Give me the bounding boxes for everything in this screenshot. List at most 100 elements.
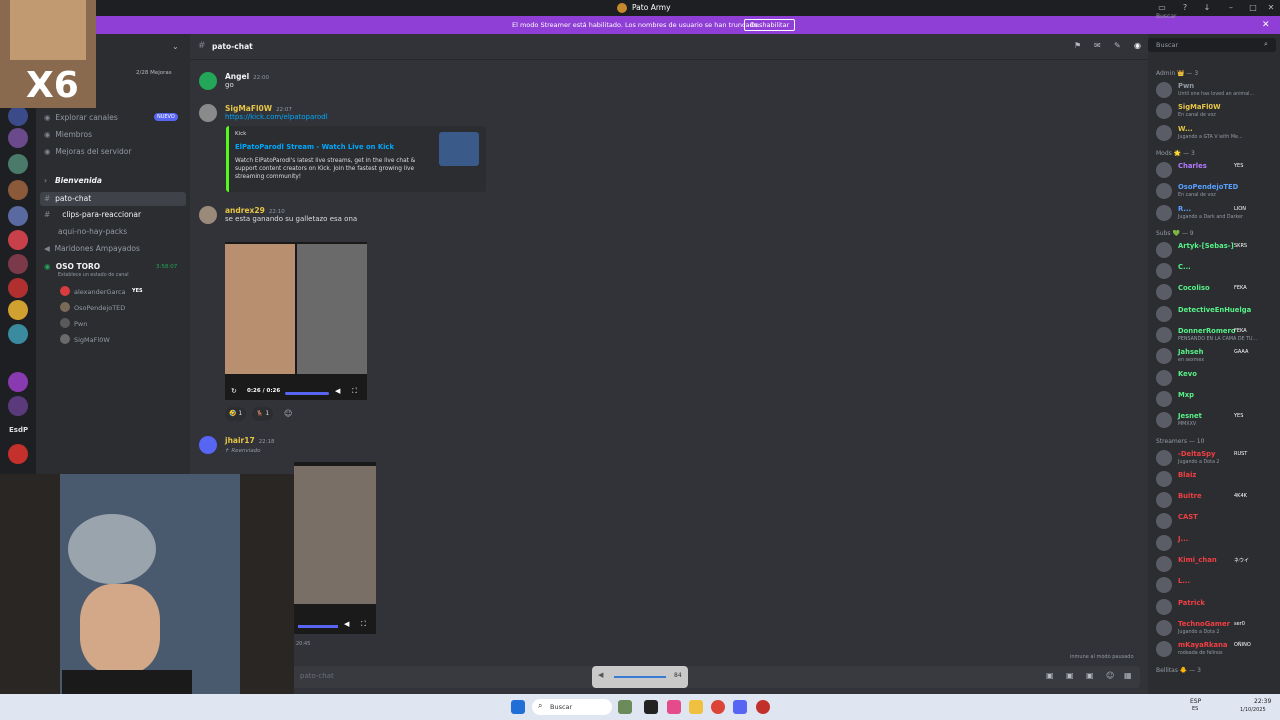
server-icon[interactable]	[8, 444, 28, 464]
member-item[interactable]: OsoPendejoTED En canal de voz	[1156, 181, 1280, 201]
mute-icon[interactable]: ✉	[1094, 41, 1101, 50]
volume-icon[interactable]: ◀	[344, 620, 349, 628]
taskbar-app-icon[interactable]	[756, 700, 770, 714]
taskbar-search[interactable]: ⌕ Buscar	[532, 699, 612, 715]
threads-icon[interactable]: ⚑	[1074, 41, 1081, 50]
gift-icon[interactable]: ▣	[1046, 671, 1054, 680]
avatar[interactable]	[199, 104, 217, 122]
server-icon[interactable]	[8, 180, 28, 200]
server-icon[interactable]	[8, 324, 28, 344]
taskbar-app-icon[interactable]	[618, 700, 632, 714]
pin-icon[interactable]: ✎	[1114, 41, 1121, 50]
member-item[interactable]: Jesnet YES MMXXV	[1156, 410, 1280, 430]
search-box[interactable]: Buscar ⌕	[1148, 38, 1276, 52]
embed-title[interactable]: ElPatoParodl Stream - Watch Live on Kick	[235, 143, 394, 151]
chrome-icon[interactable]	[711, 700, 725, 714]
forwarded-video[interactable]: ◀ ⛶	[294, 462, 376, 634]
start-icon[interactable]	[511, 700, 525, 714]
member-item[interactable]: DonnerRomero FEKA PENSANDO EN LA CAMA DE T…	[1156, 325, 1280, 345]
member-item[interactable]: Kimi_chan ネウイ	[1156, 554, 1280, 574]
server-icon[interactable]	[8, 300, 28, 320]
search-input[interactable]: Buscar	[1156, 13, 1177, 20]
member-item[interactable]: TechnoGamer ser0 Jugando a Dota 2	[1156, 618, 1280, 638]
voice-user[interactable]: alexanderGarca	[74, 288, 126, 296]
boost-count[interactable]: 2/28 Mejoras	[136, 70, 172, 76]
download-icon[interactable]: ↓	[1202, 3, 1212, 13]
member-item[interactable]: Pwn Until one has loved an animal...	[1156, 80, 1280, 100]
member-item[interactable]: Mxp	[1156, 389, 1280, 409]
member-item[interactable]: J...	[1156, 533, 1280, 553]
voice-user[interactable]: OsoPendejoTED	[74, 304, 125, 312]
server-icon[interactable]	[8, 206, 28, 226]
member-item[interactable]: Kevo	[1156, 368, 1280, 388]
member-item[interactable]: Cocoliso FEKA	[1156, 282, 1280, 302]
message-author[interactable]: andrex29	[225, 206, 265, 215]
member-item[interactable]: Charles YES	[1156, 160, 1280, 180]
channel-clips[interactable]: # clips-para-reaccionar	[44, 210, 141, 219]
sticker-icon[interactable]: ▣	[1086, 671, 1094, 680]
fullscreen-icon[interactable]: ⛶	[352, 387, 357, 396]
gif-icon[interactable]: ▣	[1066, 671, 1074, 680]
avatar[interactable]	[199, 72, 217, 90]
server-folder-label[interactable]: EsdP	[9, 426, 28, 434]
video-player[interactable]: ↻ 0:26 / 0:26 ◀ ⛶	[225, 242, 367, 400]
voice-user[interactable]: SigMaFl0W	[74, 336, 110, 344]
replay-icon[interactable]: ↻	[231, 387, 237, 395]
category-welcome[interactable]: › Bienvenida	[44, 176, 102, 185]
server-icon[interactable]	[8, 396, 28, 416]
maximize-icon[interactable]: □	[1248, 3, 1258, 13]
close-banner-icon[interactable]: ✕	[1262, 20, 1270, 30]
voice-user[interactable]: Pwn	[74, 320, 87, 328]
reaction[interactable]: 🤣 1	[225, 407, 247, 421]
fullscreen-icon[interactable]: ⛶	[361, 620, 366, 629]
member-item[interactable]: W... Jugando a GTA V with Me...	[1156, 123, 1280, 143]
close-window-icon[interactable]: ✕	[1266, 3, 1276, 13]
member-item[interactable]: Artyk-[Sebas-] SKRS	[1156, 240, 1280, 260]
reaction[interactable]: 🦌 1	[252, 407, 274, 421]
message-author[interactable]: Angel	[225, 72, 249, 81]
video-progress[interactable]	[285, 392, 329, 395]
emoji-icon[interactable]: ☺	[1106, 671, 1114, 680]
member-item[interactable]: -DeltaSpy RUST Jugando a Dota 2	[1156, 448, 1280, 468]
member-item[interactable]: mKayaRkana OÑINO rodeada de felinos	[1156, 639, 1280, 659]
sidebar-item-explore[interactable]: ◉ Explorar canales NUEVO	[44, 113, 178, 122]
message-author[interactable]: jhair17	[225, 436, 255, 445]
member-item[interactable]: L...	[1156, 575, 1280, 595]
server-icon[interactable]	[8, 254, 28, 274]
clock-time[interactable]: 22:39	[1254, 698, 1271, 705]
avatar[interactable]	[199, 206, 217, 224]
disable-streamer-button[interactable]: Deshabilitar	[744, 19, 796, 31]
member-item[interactable]: Buitre 4K4K	[1156, 490, 1280, 510]
server-icon[interactable]	[8, 154, 28, 174]
member-item[interactable]: DetectiveEnHuelga	[1156, 304, 1280, 324]
member-item[interactable]: Jahseh GAAA en sexmex	[1156, 346, 1280, 366]
help-icon[interactable]: ?	[1180, 3, 1190, 13]
member-item[interactable]: Blaiz	[1156, 469, 1280, 489]
member-item[interactable]: Patrick	[1156, 597, 1280, 617]
server-icon[interactable]	[8, 372, 28, 392]
channel-packs[interactable]: aqui-no-hay-packs	[58, 227, 127, 236]
channel-maridones[interactable]: ◀ Maridones Ampayados	[44, 244, 140, 253]
chevron-down-icon[interactable]: ⌄	[172, 42, 179, 51]
video-progress[interactable]	[298, 625, 338, 628]
channel-pato-chat[interactable]: # pato-chat	[44, 194, 91, 203]
inbox-icon[interactable]: ▭	[1157, 3, 1167, 13]
member-item[interactable]: C...	[1156, 261, 1280, 281]
member-item[interactable]: R... LION Jugando a Dark and Darker	[1156, 203, 1280, 223]
sidebar-item-members[interactable]: ◉ Miembros	[44, 130, 92, 139]
volume-icon[interactable]: ◀	[335, 387, 340, 395]
server-icon[interactable]	[8, 106, 28, 126]
taskbar-app-icon[interactable]	[667, 700, 681, 714]
lang-indicator[interactable]: ESP	[1190, 698, 1201, 705]
discord-icon[interactable]	[733, 700, 747, 714]
minimize-icon[interactable]: –	[1226, 3, 1236, 13]
server-icon[interactable]	[8, 128, 28, 148]
avatar[interactable]	[199, 436, 217, 454]
member-item[interactable]: CAST	[1156, 511, 1280, 531]
embed-thumbnail[interactable]	[439, 132, 479, 166]
apps-icon[interactable]: ▦	[1124, 671, 1132, 680]
message-author[interactable]: SigMaFl0W	[225, 104, 272, 113]
server-icon[interactable]	[8, 230, 28, 250]
message-link[interactable]: https://kick.com/elpatoparodl	[225, 113, 328, 121]
terminal-icon[interactable]	[644, 700, 658, 714]
